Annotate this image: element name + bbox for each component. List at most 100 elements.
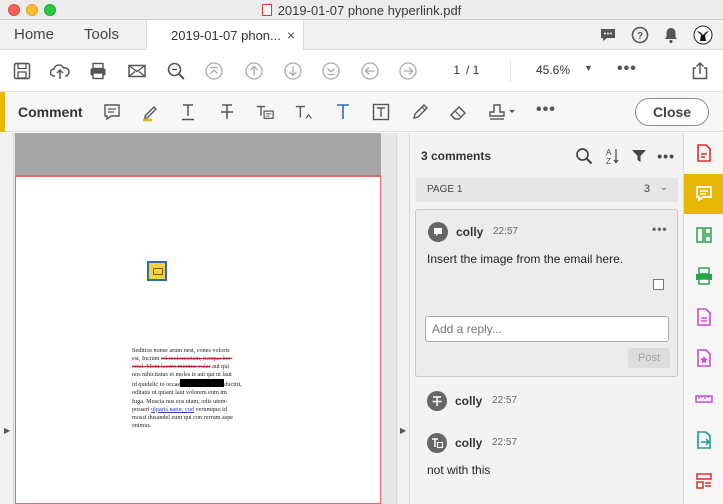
rail-more-tools[interactable] (684, 461, 723, 501)
page-total: / 1 (466, 63, 480, 77)
rail-protect[interactable] (684, 338, 723, 378)
rail-comment[interactable] (684, 174, 723, 214)
sort-az-icon[interactable]: AZ (603, 146, 621, 166)
underline-text-icon[interactable] (178, 102, 198, 122)
pdf-text-run: nos nihicitatus et moles ts aut qut ut l… (132, 371, 232, 379)
comments-panel: 3 comments AZ ••• PAGE 1 3 ⌄ colly 22:57… (410, 133, 683, 504)
comment-card[interactable]: colly 22:57 (415, 383, 678, 419)
rail-create-pdf[interactable] (684, 133, 723, 173)
rail-measure[interactable] (684, 379, 723, 419)
left-pane-toggle[interactable]: ▶ (0, 133, 14, 504)
page-number-input[interactable]: 1 (440, 63, 460, 77)
comment-time: 22:57 (493, 226, 519, 237)
post-reply-button[interactable]: Post (628, 348, 670, 368)
pdf-text-run: posseri (132, 405, 152, 413)
document-viewer[interactable]: ▶ Seditios nonse arum nest, cones volort… (0, 133, 396, 504)
comment-checkbox[interactable] (653, 279, 664, 290)
zoom-search-icon[interactable] (166, 61, 186, 81)
replace-text-annotation: ulparis natur, cud (151, 405, 194, 413)
tab-document[interactable]: 2019-01-07 phon... × (146, 20, 304, 51)
rail-edit-pdf[interactable] (684, 297, 723, 337)
page-top-gap (15, 133, 381, 175)
filter-icon[interactable] (631, 148, 647, 164)
user-avatar-icon[interactable] (693, 25, 713, 45)
collapse-chevron-icon[interactable]: ⌄ (660, 182, 668, 193)
eraser-icon[interactable] (448, 102, 468, 122)
svg-text:?: ? (637, 31, 643, 42)
pdf-text-line: fuga. Muscia nus eos utam, odis utem- (132, 398, 260, 406)
replace-text-icon[interactable] (255, 102, 275, 122)
page-group-header[interactable]: PAGE 1 3 ⌄ (415, 178, 678, 202)
stamp-icon[interactable] (487, 102, 517, 122)
strikethrough-text-icon[interactable] (217, 102, 237, 122)
comment-more-icon[interactable]: ••• (652, 222, 668, 236)
pdf-page[interactable]: Seditios nonse arum nest, cones volorts e… (15, 175, 381, 504)
next-view-icon[interactable] (398, 61, 418, 81)
first-page-icon[interactable] (204, 61, 224, 81)
expand-left-icon[interactable]: ▶ (4, 426, 10, 435)
expand-right-icon[interactable]: ▶ (400, 426, 406, 435)
comment-author: colly (456, 225, 484, 239)
zoom-dropdown-icon[interactable]: ▼ (584, 63, 593, 73)
replace-text-comment-icon (427, 433, 447, 453)
zoom-level[interactable]: 45.6% (536, 63, 570, 77)
comment-author: colly (455, 394, 483, 408)
right-pane-toggle[interactable]: ▶ (396, 133, 410, 504)
comment-card-active[interactable]: colly 22:57 ••• Insert the image from th… (415, 209, 678, 377)
pdf-text-line: ortal. Ment lacero minime valar aut qui (132, 363, 260, 371)
text-box-icon[interactable] (371, 102, 391, 122)
comment-time: 22:57 (492, 437, 518, 448)
strikethrough-annotation: ortal. Ment lacero minime valar (132, 363, 211, 371)
pencil-draw-icon[interactable] (410, 102, 430, 122)
save-icon[interactable] (12, 61, 32, 81)
share-icon[interactable] (690, 61, 710, 81)
pdf-text-line: nos nihicitatus et moles ts aut qut ut l… (132, 371, 260, 379)
search-icon[interactable] (575, 147, 593, 165)
print-icon[interactable] (88, 61, 108, 81)
comment-toolbar-accent (0, 92, 5, 132)
rail-export-pdf[interactable] (684, 420, 723, 460)
last-page-icon[interactable] (321, 61, 341, 81)
redaction-mark (180, 379, 225, 388)
pdf-text-run: verumquo id (193, 405, 227, 413)
comment-card[interactable]: colly 22:57 not with this (415, 425, 678, 485)
page-group-label: PAGE 1 (427, 184, 463, 195)
toolbar-divider (510, 60, 511, 82)
edit-pdf-icon (697, 308, 711, 326)
comment-text: Insert the image from the email here. (427, 252, 624, 266)
pdf-text-line: enimus. (132, 422, 260, 430)
add-text-icon[interactable] (333, 102, 353, 122)
pdf-text-run: est, Incium (132, 355, 162, 363)
sticky-note-icon[interactable] (102, 102, 122, 122)
comment-more-button[interactable]: ••• (536, 101, 556, 119)
highlight-text-icon[interactable] (140, 102, 160, 122)
rail-organize-pages[interactable] (684, 215, 723, 255)
more-tools-button[interactable]: ••• (617, 60, 637, 78)
pdf-text-run: fuga. Muscia nus eos utam, odis utem- (132, 397, 228, 405)
insert-text-icon[interactable] (294, 102, 314, 122)
previous-view-icon[interactable] (360, 61, 380, 81)
cloud-upload-icon[interactable] (50, 61, 70, 81)
sticky-note-annotation-icon[interactable] (147, 261, 167, 281)
notification-bell-icon[interactable] (663, 26, 679, 44)
main-toolbar: 1 / 1 45.6% ▼ ••• (0, 50, 723, 92)
pdf-text-line: oditatis ut quiant laut volorem eum tm (132, 389, 260, 397)
previous-page-icon[interactable] (244, 61, 264, 81)
tab-close-icon[interactable]: × (287, 27, 295, 43)
reply-input[interactable] (425, 316, 669, 342)
tab-tools[interactable]: Tools (84, 26, 119, 43)
rail-scan[interactable] (684, 256, 723, 296)
scan-icon (696, 267, 712, 285)
close-comment-button[interactable]: Close (635, 98, 709, 126)
pdf-text-line: Seditios nonse arum nest, cones volorts (132, 347, 260, 355)
pdf-body-text: Seditios nonse arum nest, cones volorts e… (132, 347, 260, 430)
help-icon[interactable]: ? (631, 26, 649, 44)
chat-icon[interactable] (599, 26, 617, 44)
pdf-text-run: oditatis ut quiant laut volorem eum tm (132, 389, 227, 397)
more-tools-icon (696, 473, 712, 489)
tab-home[interactable]: Home (14, 26, 54, 43)
panel-more-icon[interactable]: ••• (657, 148, 675, 164)
tab-document-label: 2019-01-07 phon... (171, 28, 281, 43)
next-page-icon[interactable] (283, 61, 303, 81)
email-icon[interactable] (127, 61, 147, 81)
